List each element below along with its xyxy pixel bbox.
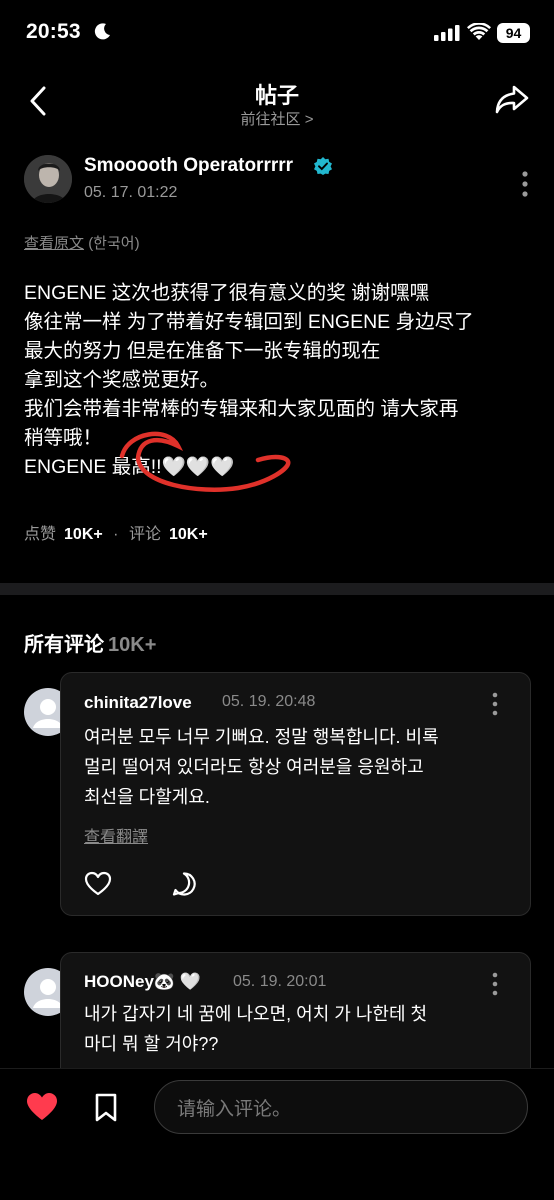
page-title: 帖子 bbox=[254, 83, 299, 108]
comment-input[interactable]: 请输入评论。 bbox=[154, 1080, 528, 1134]
view-original-link[interactable]: 查看原文 bbox=[24, 235, 84, 252]
author-name[interactable]: Smooooth Operatorrrrr bbox=[84, 155, 293, 177]
signal-icon bbox=[434, 25, 460, 41]
comments-total: 10K+ bbox=[108, 634, 157, 656]
likes-count: 10K+ bbox=[64, 526, 103, 543]
comments-label: 评论 bbox=[128, 526, 161, 543]
post-time: 05. 17. 01:22 bbox=[84, 184, 178, 201]
author-avatar[interactable] bbox=[24, 155, 72, 203]
translate-link[interactable]: 查看翻譯 bbox=[84, 823, 148, 847]
stats-separator: · bbox=[113, 526, 119, 543]
more-icon[interactable] bbox=[521, 170, 529, 198]
status-time: 20:53 bbox=[26, 20, 81, 43]
view-original: 查看原文 (한국어) bbox=[24, 232, 140, 253]
comment-text: 내가 갑자기 네 꿈에 나오면, 어치 가 나한테 첫 마디 뭐 할 거야?? bbox=[84, 1004, 428, 1054]
comment-time: 05. 19. 20:01 bbox=[233, 973, 327, 990]
red-circle-annotation bbox=[119, 431, 291, 492]
moon-icon bbox=[94, 23, 110, 40]
comments-title: 所有评论 bbox=[24, 634, 104, 656]
original-language: (한국어) bbox=[88, 235, 140, 252]
verified-icon bbox=[314, 157, 332, 175]
comment-time: 05. 19. 20:48 bbox=[222, 693, 316, 710]
bookmark-icon[interactable] bbox=[93, 1093, 119, 1123]
section-divider bbox=[0, 583, 554, 595]
heart-icon[interactable] bbox=[84, 871, 112, 897]
wifi-icon bbox=[467, 23, 491, 40]
comment-username[interactable]: chinita27love bbox=[84, 693, 192, 713]
more-icon[interactable] bbox=[491, 692, 499, 716]
go-to-community-link[interactable]: 前往社区 > bbox=[0, 108, 554, 129]
heart-icon[interactable] bbox=[26, 1092, 58, 1122]
post-stats: 点赞 10K+ · 评论 10K+ bbox=[24, 520, 208, 544]
more-icon[interactable] bbox=[491, 972, 499, 996]
comment-username[interactable]: HOONey🐼 🤍 bbox=[84, 972, 201, 992]
comments-section-title: 所有评论 10K+ bbox=[24, 628, 156, 657]
battery-indicator: 94 bbox=[497, 23, 530, 43]
likes-label: 点赞 bbox=[24, 526, 57, 543]
share-icon[interactable] bbox=[494, 84, 530, 116]
comments-count: 10K+ bbox=[168, 526, 208, 543]
comment-text: 여러분 모두 너무 기뻐요. 정말 행복합니다. 비록 멀리 떨어져 있더라도 … bbox=[84, 727, 439, 807]
comment-icon[interactable] bbox=[171, 871, 197, 897]
